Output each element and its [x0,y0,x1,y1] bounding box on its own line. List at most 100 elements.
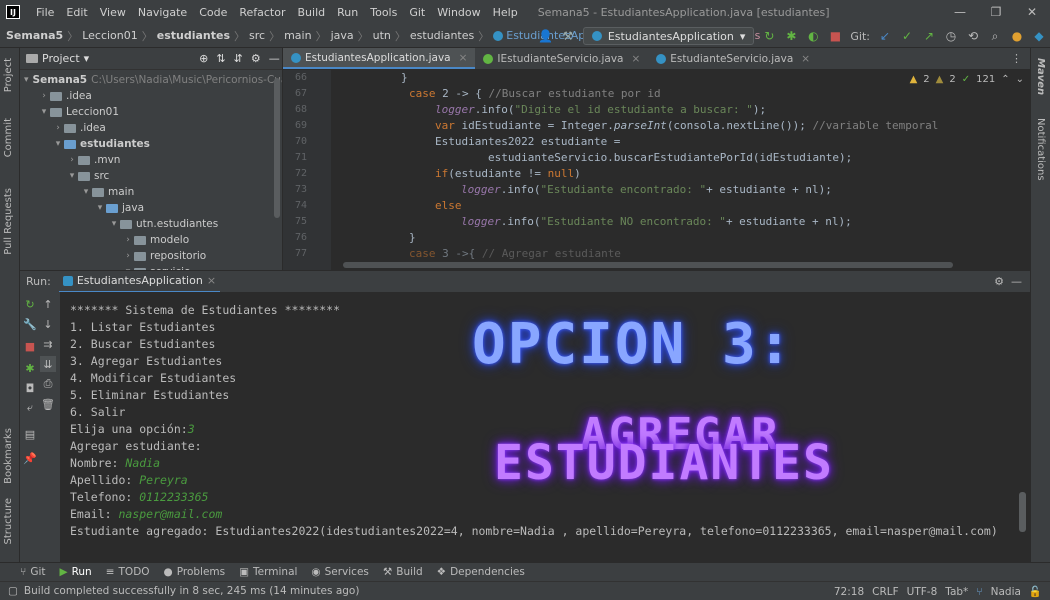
plugin-icon[interactable]: ◆ [1032,29,1046,43]
menu-tools[interactable]: Tools [370,6,397,19]
minimize-icon[interactable]: — [942,0,978,24]
tree-item-idea-2[interactable]: › .idea [20,120,282,136]
breadcrumb-utn[interactable]: utn [373,29,391,42]
scroll-to-end-icon[interactable]: ⇊ [40,356,56,372]
tree-item-idea[interactable]: › .idea [20,88,282,104]
chevron-down-icon[interactable]: ▾ [84,52,90,65]
breadcrumb-estudiantes-pkg[interactable]: estudiantes [410,29,474,42]
menu-window[interactable]: Window [437,6,480,19]
target-icon[interactable]: ⊕ [199,52,208,65]
stripe-structure[interactable]: Structure [3,498,14,545]
tool-tab-problems[interactable]: ● Problems [164,566,226,578]
tab-estudiantes-application[interactable]: EstudiantesApplication.java × [283,48,476,69]
run-tab[interactable]: EstudiantesApplication × [58,271,221,293]
project-panel-title[interactable]: Project [42,52,80,65]
stop-icon[interactable]: ■ [828,29,842,43]
menu-git[interactable]: Git [409,6,425,19]
soft-wrap-icon[interactable]: ⇉ [40,336,56,352]
rerun-icon[interactable]: ↻ [22,296,38,312]
user-icon[interactable]: 👤 [538,29,553,43]
stripe-bookmarks[interactable]: Bookmarks [3,428,14,484]
editor-horizontal-scrollbar[interactable] [343,262,953,268]
up-arrow-icon[interactable]: ↑ [40,296,56,312]
restore-icon[interactable]: ❐ [978,0,1014,24]
chevron-down-icon[interactable]: ⌄ [1016,74,1024,85]
layout-icon[interactable]: ▤ [22,426,38,442]
wrench-icon[interactable]: 🔧 [22,316,38,332]
tree-item-mvn[interactable]: › .mvn [20,152,282,168]
lock-icon[interactable]: 🔓 [1029,585,1042,598]
tree-item-leccion01[interactable]: ▾ Leccion01 [20,104,282,120]
search-icon[interactable]: ⌕ [988,29,1002,43]
stripe-commit[interactable]: Commit [3,118,14,157]
pin-icon[interactable]: 📌 [22,450,38,466]
close-icon[interactable]: × [801,53,810,65]
git-push-icon[interactable]: ↗ [922,29,936,43]
debug-icon[interactable]: ✱ [22,360,38,376]
status-message[interactable]: Build completed successfully in 8 sec, 2… [24,585,360,597]
down-arrow-icon[interactable]: ↓ [40,316,56,332]
menu-view[interactable]: View [100,6,126,19]
stripe-pull-requests[interactable]: Pull Requests [3,188,14,255]
undo-icon[interactable]: ⟲ [966,29,980,43]
breadcrumb-main[interactable]: main [284,29,311,42]
tab-estudiante-servicio[interactable]: EstudianteServicio.java × [648,48,818,69]
tool-tab-run[interactable]: ▶ Run [59,566,91,578]
gear-icon[interactable]: ⚙ [994,275,1004,288]
history-icon[interactable]: ◷ [944,29,958,43]
menu-navigate[interactable]: Navigate [138,6,187,19]
hide-icon[interactable]: — [1011,275,1022,288]
debug-icon[interactable]: ✱ [784,29,798,43]
tree-item-estudiantes[interactable]: ▾ estudiantes [20,136,282,152]
tree-item-src[interactable]: ▾ src [20,168,282,184]
collapse-all-icon[interactable]: ⇅ [216,52,225,65]
code-editor[interactable]: 66 67 68 69 70 71 72 73 74 75 76 77 } ca… [283,70,1030,270]
gear-icon[interactable]: ⚙ [251,52,261,65]
menu-build[interactable]: Build [298,6,326,19]
menu-code[interactable]: Code [199,6,227,19]
updates-icon[interactable]: ● [1010,29,1024,43]
more-tabs-icon[interactable]: ⋮ [1011,52,1030,65]
git-user[interactable]: Nadia [991,586,1021,598]
rerun-icon[interactable]: ↻ [762,29,776,43]
git-commit-icon[interactable]: ✓ [900,29,914,43]
menu-file[interactable]: File [36,6,54,19]
menu-help[interactable]: Help [493,6,518,19]
coverage-icon[interactable]: ◐ [806,29,820,43]
close-icon[interactable]: × [207,274,216,287]
breadcrumb-semana5[interactable]: Semana5 [6,29,63,42]
expand-all-icon[interactable]: ⇵ [234,52,243,65]
file-encoding[interactable]: UTF-8 [907,586,938,598]
chevron-up-icon[interactable]: ⌃ [1001,74,1009,85]
stop-icon[interactable]: ■ [22,338,38,354]
breadcrumb-leccion01[interactable]: Leccion01 [82,29,138,42]
breadcrumb-src[interactable]: src [249,29,265,42]
tool-tab-todo[interactable]: ≡ TODO [106,566,150,578]
git-update-icon[interactable]: ↙ [878,29,892,43]
tool-tab-dependencies[interactable]: ❖ Dependencies [437,566,525,578]
stripe-maven[interactable]: Maven [1035,58,1046,95]
tool-tab-terminal[interactable]: ▣ Terminal [239,566,297,578]
print-icon[interactable]: ⎙ [40,376,56,392]
project-scrollbar[interactable] [274,78,280,218]
tree-item-semana5[interactable]: ▾ Semana5 C:\Users\Nadia\Music\Pericornios… [20,72,282,88]
hide-icon[interactable]: — [269,52,280,65]
tool-tab-build[interactable]: ⚒ Build [383,566,423,578]
run-config-select[interactable]: EstudiantesApplication ▾ [582,27,755,45]
line-separator[interactable]: CRLF [872,586,899,598]
inspection-widget[interactable]: ▲ 2 ▲ 2 ✓ 121 ⌃ ⌄ [910,74,1024,85]
tool-tab-git[interactable]: ⑂ Git [20,566,45,578]
tree-item-repositorio[interactable]: › repositorio [20,248,282,264]
tab-iestudiante-servicio[interactable]: IEstudianteServicio.java × [475,48,648,69]
close-icon[interactable]: × [459,52,468,64]
status-toggle-icon[interactable]: ▢ [8,585,18,597]
breadcrumb-estudiantes[interactable]: estudiantes [157,29,230,42]
close-icon[interactable]: × [631,53,640,65]
breadcrumb-java[interactable]: java [331,29,354,42]
menu-run[interactable]: Run [337,6,358,19]
stripe-notifications[interactable]: Notifications [1035,118,1046,181]
tree-item-main[interactable]: ▾ main [20,184,282,200]
console-scrollbar[interactable] [1019,492,1026,532]
trash-icon[interactable]: 🗑 [40,396,56,412]
camera-icon[interactable]: ◘ [22,380,38,396]
